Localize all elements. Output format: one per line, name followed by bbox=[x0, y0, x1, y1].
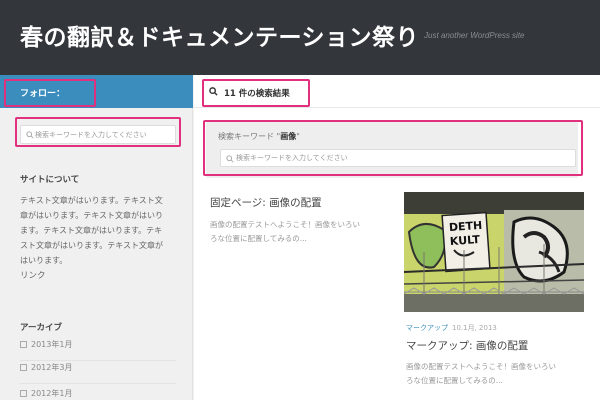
post-title-link[interactable]: マークアップ: 画像の配置 bbox=[406, 338, 528, 353]
main-search-field[interactable] bbox=[220, 149, 576, 167]
sidebar-search-input[interactable] bbox=[35, 127, 173, 142]
post-date: 10.1月, 2013 bbox=[452, 324, 497, 332]
calendar-icon bbox=[20, 364, 27, 371]
excerpt-line: ろな位置に配置してみるの... bbox=[210, 234, 307, 243]
post-category-link[interactable]: マークアップ bbox=[406, 324, 448, 332]
search-icon bbox=[209, 87, 218, 96]
post-excerpt: 画像の配置テストへようこそ！画像をいろい ろな位置に配置してみるの... bbox=[210, 218, 372, 246]
search-results-header: 11 件の検索結果 bbox=[194, 75, 600, 108]
svg-text:KULT: KULT bbox=[449, 233, 480, 248]
site-header: 春の翻訳＆ドキュメンテーション祭り Just another WordPress… bbox=[0, 0, 600, 75]
follow-label: フォロー： bbox=[20, 89, 66, 99]
archive-item[interactable]: 2012年1月 bbox=[20, 388, 176, 400]
search-label-suffix: " bbox=[296, 132, 300, 141]
calendar-icon bbox=[20, 390, 27, 397]
search-keyword-label: 検索キーワード "画像" bbox=[218, 131, 300, 142]
search-label-prefix: 検索キーワード " bbox=[218, 132, 281, 141]
archive-item[interactable]: 2013年1月 bbox=[20, 339, 176, 361]
about-line: はいります。 bbox=[20, 256, 68, 265]
archive-item-label[interactable]: 2012年3月 bbox=[31, 363, 72, 372]
search-keyword: 画像 bbox=[280, 132, 297, 141]
follow-bar: フォロー： bbox=[0, 75, 193, 108]
site-title[interactable]: 春の翻訳＆ドキュメンテーション祭り bbox=[20, 18, 419, 52]
excerpt-line: ろな位置に配置してみるの... bbox=[406, 376, 503, 385]
main-search-input[interactable] bbox=[236, 151, 572, 165]
links-widget-title: リンク bbox=[20, 271, 46, 281]
about-line: 章がはいります。テキスト文章がはいり bbox=[20, 211, 163, 220]
post-thumbnail-image[interactable]: DETH KULT bbox=[404, 192, 584, 312]
about-line: テキスト文章がはいります。テキスト文 bbox=[20, 196, 163, 205]
about-widget-title: サイトについて bbox=[20, 175, 80, 185]
excerpt-line: 画像の配置テストへようこそ！画像をいろい bbox=[406, 362, 556, 371]
post-meta: マークアップ 10.1月, 2013 bbox=[406, 323, 497, 333]
archive-item-label[interactable]: 2012年1月 bbox=[31, 389, 72, 398]
calendar-icon bbox=[20, 341, 27, 348]
graffiti-photo: DETH KULT bbox=[404, 192, 584, 312]
post-excerpt: 画像の配置テストへようこそ！画像をいろい ろな位置に配置してみるの... bbox=[406, 360, 582, 388]
search-icon bbox=[26, 131, 34, 139]
archive-item-label[interactable]: 2013年1月 bbox=[31, 340, 72, 349]
search-icon bbox=[226, 155, 234, 163]
sidebar-search-field[interactable] bbox=[20, 125, 176, 144]
about-line: ます。テキスト文章がはいります。テキ bbox=[20, 226, 163, 235]
excerpt-line: 画像の配置テストへようこそ！画像をいろい bbox=[210, 220, 360, 229]
main-content: 11 件の検索結果 検索キーワード "画像" 固定ページ: 画像の配置 画像の配… bbox=[194, 75, 600, 400]
search-form: 検索キーワード "画像" bbox=[206, 122, 578, 178]
post-title-link[interactable]: 固定ページ: 画像の配置 bbox=[210, 195, 322, 210]
archive-widget-title: アーカイブ bbox=[20, 323, 62, 333]
results-count-label: 11 件の検索結果 bbox=[224, 89, 290, 99]
archive-item[interactable]: 2012年3月 bbox=[20, 362, 176, 384]
about-widget-text: テキスト文章がはいります。テキスト文 章がはいります。テキスト文章がはいり ます… bbox=[20, 193, 180, 268]
svg-text:DETH: DETH bbox=[449, 219, 483, 234]
site-tagline: Just another WordPress site bbox=[424, 31, 525, 40]
about-line: スト文章がはいります。テキスト文章が bbox=[20, 241, 163, 250]
sidebar: フォロー： サイトについて テキスト文章がはいります。テキスト文 章がはいります… bbox=[0, 75, 193, 400]
